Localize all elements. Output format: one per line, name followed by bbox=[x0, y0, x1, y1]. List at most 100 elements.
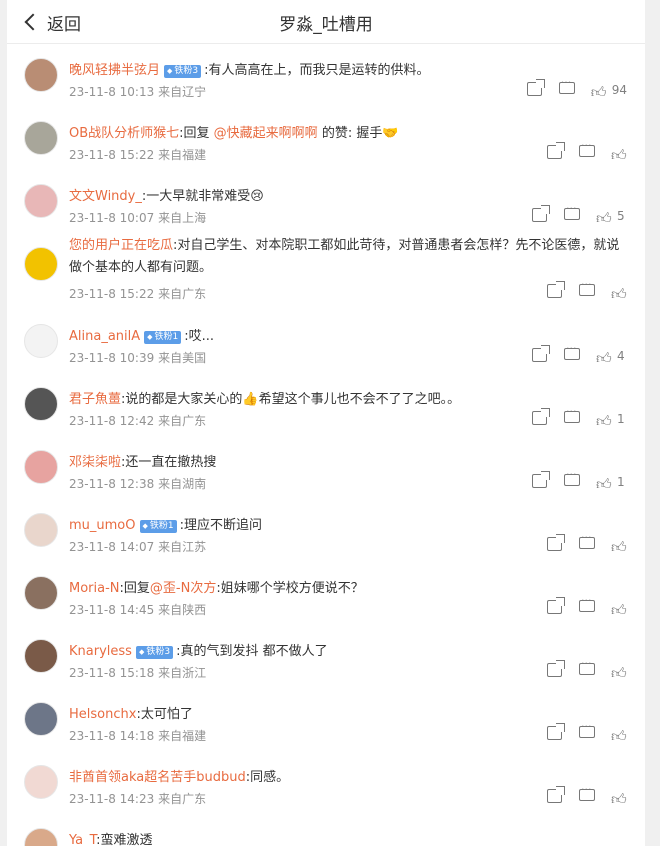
reply-button[interactable] bbox=[564, 202, 580, 224]
username-link[interactable]: 您的用户正在吃瓜 bbox=[69, 238, 173, 253]
username-link[interactable]: mu_umoO bbox=[69, 518, 136, 533]
avatar[interactable] bbox=[24, 828, 58, 846]
mention-link[interactable]: @快藏起来啊啊啊 bbox=[214, 126, 318, 141]
username-link[interactable]: 邓柒柒啦 bbox=[69, 455, 121, 470]
reply-button[interactable] bbox=[579, 720, 595, 742]
reply-button[interactable] bbox=[579, 657, 595, 679]
comment-content: Knaryless铁粉3:真的气到发抖 都不做人了 bbox=[69, 641, 629, 663]
username-link[interactable]: Moria-N bbox=[69, 581, 120, 596]
avatar[interactable] bbox=[24, 387, 58, 421]
comment-content: 您的用户正在吃瓜:对自己学生、对本院职工都如此苛待，对普通患者会怎样？先不论医德… bbox=[69, 235, 629, 279]
like-button[interactable]: 👍︎ bbox=[596, 411, 612, 429]
avatar[interactable] bbox=[24, 576, 58, 610]
avatar[interactable] bbox=[24, 639, 58, 673]
comment-item: Ya_T:蛮难激透 bbox=[7, 814, 645, 846]
thumbs-up-icon: 👍︎ bbox=[611, 727, 627, 745]
comment-time: 23-11-8 15:22 bbox=[69, 287, 155, 301]
share-button[interactable] bbox=[532, 345, 550, 364]
share-button[interactable] bbox=[547, 534, 565, 553]
like-button[interactable]: 👍︎ bbox=[611, 789, 627, 808]
thumbs-up-icon: 👍︎ bbox=[611, 601, 627, 619]
like-button[interactable]: 👍︎ bbox=[611, 284, 627, 302]
like-button[interactable]: 👍︎ bbox=[611, 726, 627, 745]
comment-text: :蛮难激透 bbox=[96, 833, 153, 846]
avatar[interactable] bbox=[24, 702, 58, 736]
comment-text: 的赞: 握手🤝 bbox=[317, 126, 399, 141]
comment-location: 来自辽宁 bbox=[158, 85, 207, 99]
comment-time: 23-11-8 14:23 bbox=[69, 792, 155, 806]
comment-actions: 👍︎ 1 bbox=[516, 468, 627, 492]
fan-badge: 铁粉1 bbox=[144, 331, 182, 344]
mention-link[interactable]: @歪-N次方 bbox=[150, 581, 216, 596]
reply-button[interactable] bbox=[579, 139, 595, 161]
share-icon bbox=[547, 281, 565, 298]
like-button[interactable]: 👍︎ bbox=[596, 348, 612, 366]
reply-button[interactable] bbox=[564, 342, 580, 364]
share-button[interactable] bbox=[532, 471, 550, 490]
share-button[interactable] bbox=[547, 660, 565, 679]
reply-button[interactable] bbox=[564, 468, 580, 490]
comment-location: 来自湖南 bbox=[158, 477, 207, 491]
reply-button[interactable] bbox=[579, 531, 595, 553]
comment-meta: 23-11-8 10:07 来自上海 bbox=[69, 209, 206, 226]
comment-text: :还一直在撤热搜 bbox=[121, 455, 217, 470]
share-button[interactable] bbox=[526, 79, 545, 98]
like-button[interactable]: 👍︎ bbox=[611, 600, 627, 619]
like-button[interactable]: 👍︎ bbox=[596, 208, 612, 226]
comment-location: 来自浙江 bbox=[158, 666, 207, 680]
reply-button[interactable] bbox=[579, 278, 595, 300]
share-icon bbox=[547, 660, 565, 677]
share-icon bbox=[547, 786, 565, 803]
username-link[interactable]: Ya_T bbox=[69, 833, 96, 846]
username-link[interactable]: Alina_anilA bbox=[69, 329, 140, 344]
like-button[interactable]: 👍︎ bbox=[596, 474, 612, 492]
comment-item: 您的用户正在吃瓜:对自己学生、对本院职工都如此苛待，对普通患者会怎样？先不论医德… bbox=[7, 233, 645, 310]
avatar[interactable] bbox=[24, 513, 58, 547]
share-icon bbox=[547, 597, 565, 614]
comment-item: 非酋首领aka超名苦手budbud:同感。23-11-8 14:23 来自广东👍… bbox=[7, 751, 645, 814]
reply-button[interactable] bbox=[579, 783, 595, 805]
comment-time: 23-11-8 12:42 bbox=[69, 414, 155, 428]
avatar[interactable] bbox=[24, 450, 58, 484]
like-button[interactable]: 👍︎ bbox=[591, 82, 607, 100]
comment-icon bbox=[579, 594, 595, 612]
thumbs-up-icon: 👍︎ bbox=[611, 790, 627, 808]
like-button[interactable]: 👍︎ bbox=[611, 663, 627, 681]
share-button[interactable] bbox=[547, 597, 565, 616]
share-button[interactable] bbox=[532, 408, 550, 427]
share-icon bbox=[532, 205, 550, 222]
reply-button[interactable] bbox=[564, 405, 580, 427]
like-count: 4 bbox=[617, 349, 625, 363]
comment-item: 晚风轻拂半弦月铁粉3:有人高高在上，而我只是运转的供料。23-11-8 10:1… bbox=[7, 44, 645, 107]
avatar[interactable] bbox=[24, 184, 58, 218]
share-button[interactable] bbox=[532, 205, 550, 224]
avatar[interactable] bbox=[24, 121, 58, 155]
share-button[interactable] bbox=[547, 723, 565, 742]
avatar[interactable] bbox=[24, 324, 58, 358]
like-button[interactable]: 👍︎ bbox=[611, 145, 627, 163]
comment-actions: 👍︎ bbox=[531, 594, 627, 619]
thumbs-up-icon: 👍︎ bbox=[611, 538, 627, 556]
comment-time: 23-11-8 14:45 bbox=[69, 603, 155, 617]
username-link[interactable]: Knaryless bbox=[69, 644, 132, 659]
username-link[interactable]: 文文Windy_ bbox=[69, 189, 142, 204]
avatar[interactable] bbox=[24, 247, 58, 281]
share-button[interactable] bbox=[547, 281, 565, 300]
username-link[interactable]: 君子魚薑 bbox=[69, 392, 121, 407]
page-title: 罗淼_吐槽用 bbox=[279, 15, 373, 35]
like-button[interactable]: 👍︎ bbox=[611, 537, 627, 556]
avatar[interactable] bbox=[24, 58, 58, 92]
username-link[interactable]: 非酋首领aka超名苦手budbud bbox=[69, 770, 246, 785]
username-link[interactable]: Helsonchx bbox=[69, 707, 136, 722]
avatar[interactable] bbox=[24, 765, 58, 799]
fan-badge: 铁粉3 bbox=[164, 65, 202, 78]
share-button[interactable] bbox=[547, 786, 565, 805]
comment-meta: 23-11-8 15:22 来自广东 bbox=[69, 285, 206, 302]
username-link[interactable]: 晚风轻拂半弦月 bbox=[69, 63, 160, 78]
username-link[interactable]: OB战队分析师猴七 bbox=[69, 126, 179, 141]
comment-icon bbox=[579, 720, 595, 738]
share-button[interactable] bbox=[547, 142, 565, 161]
reply-button[interactable] bbox=[579, 594, 595, 616]
reply-button[interactable] bbox=[558, 76, 575, 98]
comment-location: 来自江苏 bbox=[158, 540, 207, 554]
